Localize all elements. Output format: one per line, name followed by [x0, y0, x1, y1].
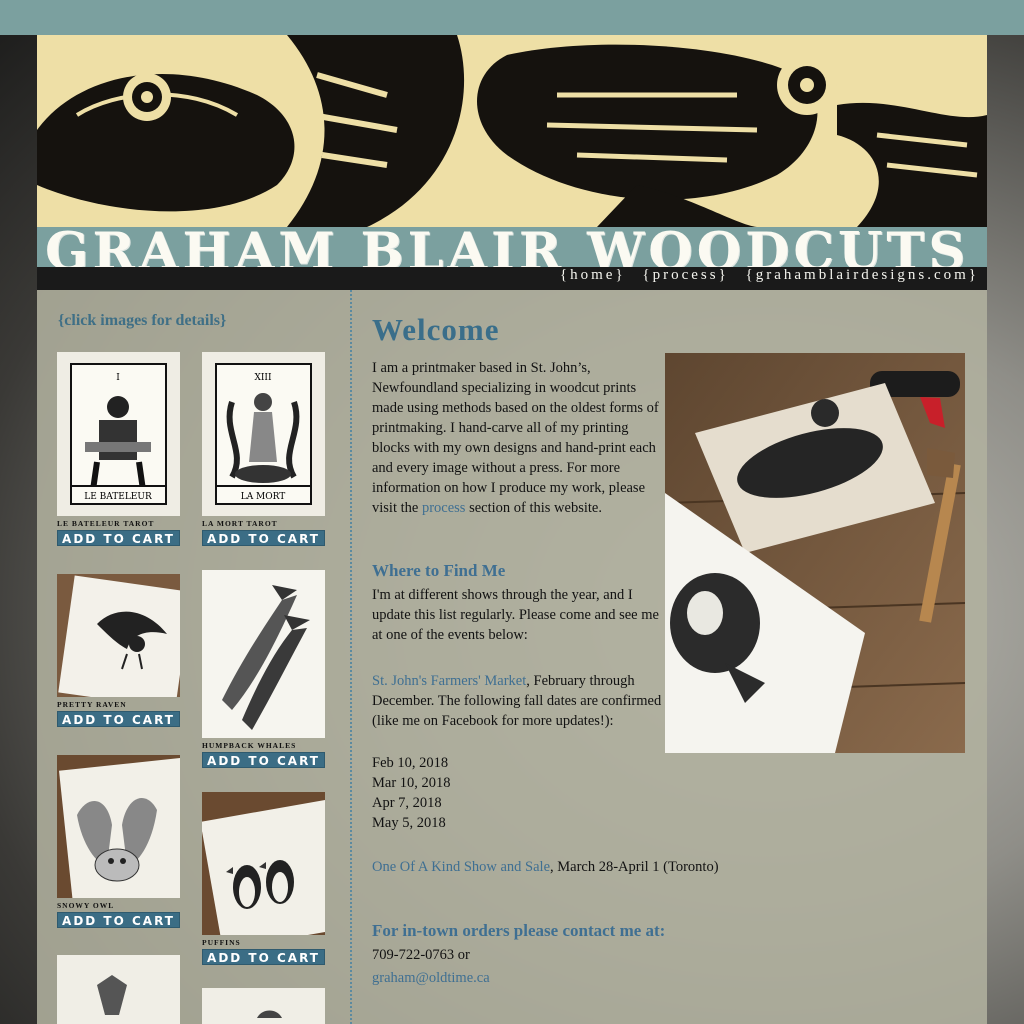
date-item: May 5, 2018 — [372, 815, 446, 831]
top-bar — [0, 0, 1024, 35]
add-to-cart-button[interactable]: ADD TO CART — [202, 752, 325, 768]
svg-text:LE BATELEUR: LE BATELEUR — [84, 492, 152, 502]
product-name: PUFFINS — [202, 938, 241, 947]
process-link[interactable]: process — [422, 500, 466, 516]
product-image-snowy-owl[interactable] — [57, 755, 180, 898]
svg-text:I: I — [116, 373, 120, 383]
nav-designs-link[interactable]: {grahamblairdesigns.com} — [746, 267, 979, 283]
intro-paragraph: I am a printmaker based in St. John’s, N… — [372, 358, 664, 518]
product-name: HUMPBACK WHALES — [202, 741, 297, 750]
email-line: graham@oldtime.ca — [372, 968, 664, 988]
phone-text: 709-722-0763 or — [372, 947, 470, 963]
email-link[interactable]: graham@oldtime.ca — [372, 970, 490, 986]
date-item: Feb 10, 2018 — [372, 755, 449, 771]
intro-text: I am a printmaker based in St. John’s, N… — [372, 360, 659, 516]
content-panel: {click images for details} I LE BATELEUR… — [37, 290, 987, 1024]
svg-text:XIII: XIII — [254, 373, 272, 383]
date-item: Apr 7, 2018 — [372, 795, 442, 811]
click-hint: {click images for details} — [58, 312, 227, 329]
market-paragraph: St. John's Farmers' Market, February thr… — [372, 671, 664, 731]
product-name: LA MORT TAROT — [202, 519, 278, 528]
welcome-heading: Welcome — [372, 312, 500, 347]
show-text: , March 28-April 1 (Toronto) — [550, 859, 719, 875]
title-bar: GRAHAM BLAIR WOODCUTS — [37, 222, 987, 282]
nav-bar: {home} {process} {grahamblairdesigns.com… — [37, 267, 987, 290]
one-of-a-kind-link[interactable]: One Of A Kind Show and Sale — [372, 859, 550, 875]
product-image-humpback-whales[interactable] — [202, 570, 325, 738]
product-tile: PRETTY RAVEN ADD TO CART — [57, 574, 180, 727]
farmers-market-link[interactable]: St. John's Farmers' Market — [372, 673, 526, 689]
contact-heading: For in-town orders please contact me at: — [372, 921, 666, 940]
add-to-cart-button[interactable]: ADD TO CART — [202, 530, 325, 546]
product-name: SNOWY OWL — [57, 901, 115, 910]
product-tile: PUFFINS ADD TO CART — [202, 792, 325, 965]
main-nav: {home} {process} {grahamblairdesigns.com… — [550, 267, 979, 284]
product-name: PRETTY RAVEN — [57, 700, 127, 709]
nav-home-link[interactable]: {home} — [560, 267, 626, 283]
intro-end-text: section of this website. — [469, 500, 602, 516]
header-banner-image — [37, 35, 987, 227]
product-tile: XIII LA MORT LA MORT TAROT ADD TO CART — [202, 352, 325, 546]
add-to-cart-button[interactable]: ADD TO CART — [202, 949, 325, 965]
nav-process-link[interactable]: {process} — [642, 267, 728, 283]
product-name: LE BATELEUR TAROT — [57, 519, 155, 528]
product-image-fox[interactable] — [57, 955, 180, 1024]
product-tile: HUMPBACK WHALES ADD TO CART — [202, 570, 325, 768]
product-image-la-mort[interactable]: XIII LA MORT — [202, 352, 325, 516]
where-to-find-heading: Where to Find Me — [372, 561, 506, 580]
product-image-puffins[interactable] — [202, 792, 325, 935]
find-paragraph: I'm at different shows through the year,… — [372, 587, 659, 643]
product-tile: I LE BATELEUR LE BATELEUR TAROT ADD TO C… — [57, 352, 180, 546]
product-image-pretty-raven[interactable] — [57, 574, 180, 697]
product-sidebar: {click images for details} I LE BATELEUR… — [37, 290, 352, 1024]
product-image-bird[interactable] — [202, 988, 325, 1024]
add-to-cart-button[interactable]: ADD TO CART — [57, 711, 180, 727]
date-list: Feb 10, 2018 Mar 10, 2018 Apr 7, 2018 Ma… — [372, 753, 664, 833]
woodcut-process-photo — [665, 353, 965, 753]
date-item: Mar 10, 2018 — [372, 775, 451, 791]
product-tile: SNOWY OWL ADD TO CART — [57, 755, 180, 928]
product-image-le-bateleur[interactable]: I LE BATELEUR — [57, 352, 180, 516]
svg-text:LA MORT: LA MORT — [241, 492, 286, 502]
show-paragraph: One Of A Kind Show and Sale, March 28-Ap… — [372, 857, 932, 877]
add-to-cart-button[interactable]: ADD TO CART — [57, 912, 180, 928]
add-to-cart-button[interactable]: ADD TO CART — [57, 530, 180, 546]
